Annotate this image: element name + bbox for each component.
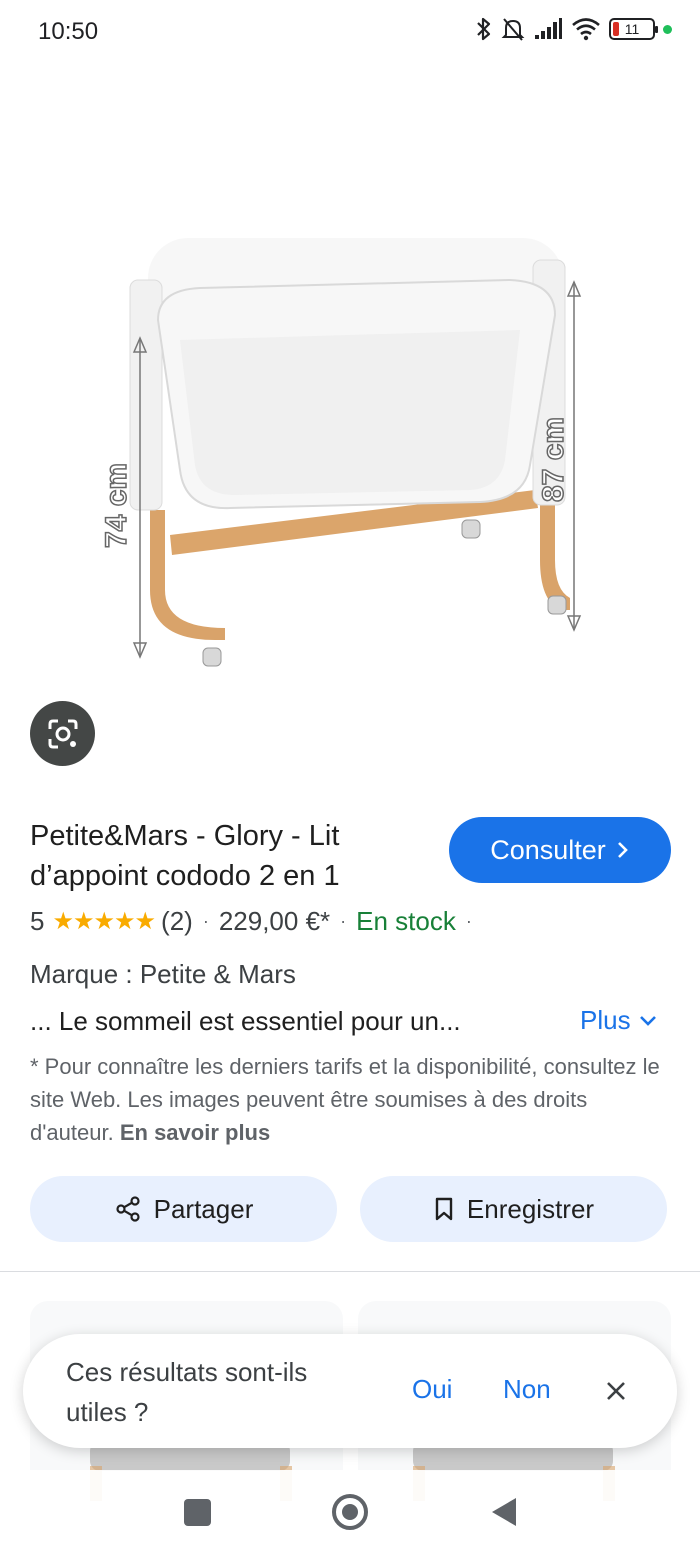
signal-icon: [535, 18, 562, 39]
close-icon: [607, 1382, 625, 1400]
product-title[interactable]: Petite&Mars - Glory - Lit d’appoint codo…: [30, 816, 420, 896]
lens-icon: [48, 719, 77, 748]
save-button[interactable]: Enregistrer: [360, 1176, 667, 1242]
privacy-dot-icon: [663, 24, 672, 34]
stock-status: En stock: [356, 906, 456, 936]
back-icon: [492, 1498, 516, 1526]
separator-dot: ·: [202, 911, 209, 931]
chevron-down-icon: [639, 1015, 656, 1026]
price: 229,00 €*: [218, 906, 331, 936]
rating-row: 5 ★★★★★ (2) · 229,00 €* · En stock ·: [30, 906, 482, 937]
product-image[interactable]: 74 cm 87 cm: [0, 150, 700, 770]
bookmark-icon: [435, 1197, 453, 1221]
feedback-prompt: Ces résultats sont-ils utiles ? Oui Non: [23, 1334, 677, 1448]
description-snippet: ... Le sommeil est essentiel pour un...: [30, 1006, 461, 1036]
share-icon: [116, 1196, 140, 1222]
more-button[interactable]: Plus: [580, 1005, 657, 1036]
separator-dot: ·: [465, 911, 472, 931]
wifi-icon: [572, 18, 600, 41]
home-button[interactable]: [332, 1494, 368, 1530]
battery-level: 11: [624, 21, 640, 37]
system-nav-bar: [0, 1470, 700, 1556]
google-lens-button[interactable]: [30, 701, 95, 766]
dimension-label-right: 87 cm: [537, 417, 570, 502]
review-count: (2): [161, 906, 193, 936]
rating-stars: ★★★★★: [52, 908, 156, 935]
share-button[interactable]: Partager: [30, 1176, 337, 1242]
consult-label: Consulter: [490, 834, 606, 865]
share-label: Partager: [153, 1193, 254, 1224]
consult-button[interactable]: Consulter: [449, 817, 671, 883]
status-bar: 10:50 11: [0, 0, 700, 66]
home-icon: [342, 1504, 358, 1520]
feedback-no-button[interactable]: Non: [503, 1374, 551, 1405]
recents-button[interactable]: [184, 1499, 211, 1526]
more-label: Plus: [580, 1005, 631, 1035]
battery-icon: 11: [609, 18, 658, 40]
disclaimer: * Pour connaître les derniers tarifs et …: [30, 1050, 670, 1149]
save-label: Enregistrer: [466, 1193, 595, 1224]
crib-illustration: 74 cm 87 cm: [99, 238, 582, 667]
bluetooth-icon: [477, 17, 491, 41]
learn-more-link[interactable]: En savoir plus: [120, 1120, 270, 1145]
feedback-question: Ces résultats sont-ils utiles ?: [66, 1357, 308, 1427]
status-icons: 11: [475, 16, 672, 42]
status-time: 10:50: [38, 18, 99, 45]
feedback-close-button[interactable]: [601, 1376, 631, 1406]
feedback-yes-button[interactable]: Oui: [412, 1374, 452, 1405]
silent-bell-icon: [501, 18, 525, 41]
separator-dot: ·: [340, 911, 347, 931]
section-divider: [0, 1271, 700, 1272]
dimension-label-left: 74 cm: [100, 463, 133, 548]
back-button[interactable]: [490, 1496, 518, 1533]
rating-value: 5: [30, 906, 45, 936]
chevron-right-icon: [617, 842, 628, 858]
brand-text: Marque : Petite & Mars: [30, 959, 296, 989]
